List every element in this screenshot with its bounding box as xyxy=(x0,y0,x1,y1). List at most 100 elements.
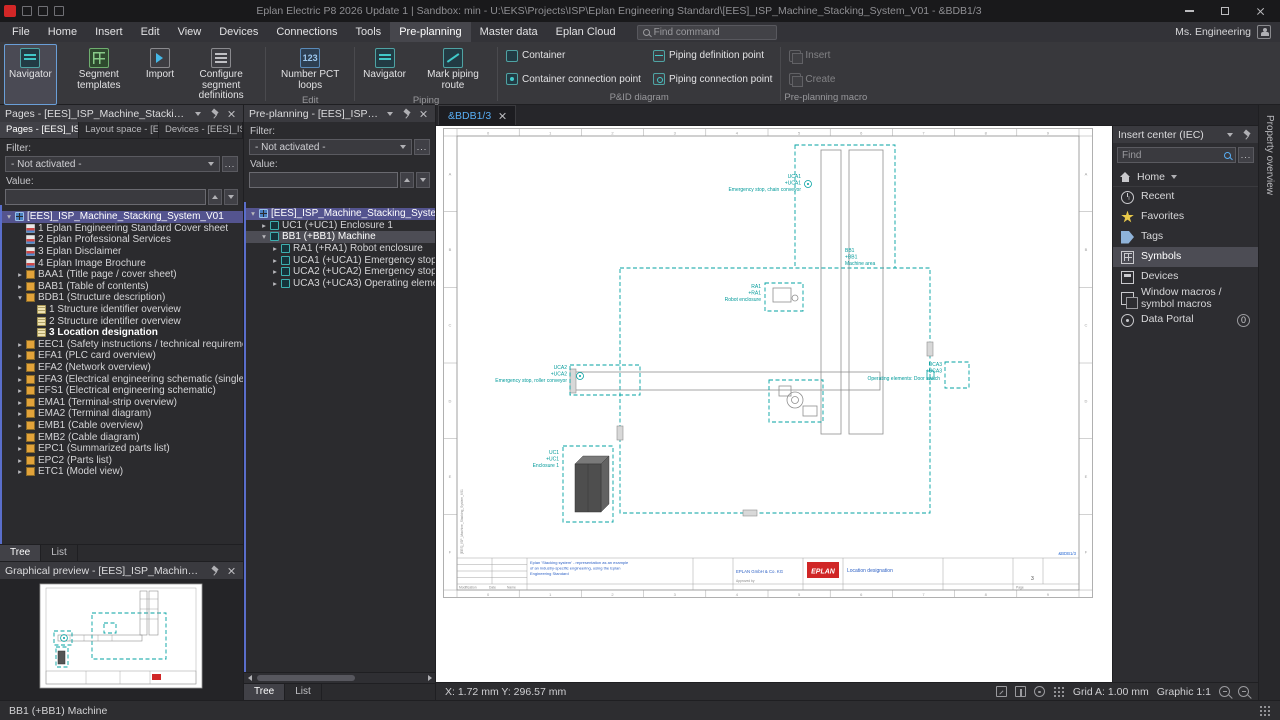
insert-center-breadcrumb[interactable]: Home xyxy=(1113,167,1258,187)
page-item[interactable]: ▸EMB1 (Cable overview) xyxy=(2,420,243,432)
chevron-right-icon[interactable]: ▸ xyxy=(259,221,269,230)
chevron-right-icon[interactable]: ▸ xyxy=(15,340,25,349)
insert-center-item-symbols[interactable]: Symbols xyxy=(1113,247,1258,267)
page-item[interactable]: ▸EEC1 (Safety instructions / technical r… xyxy=(2,339,243,351)
page-item[interactable]: ▸EFA1 (PLC card overview) xyxy=(2,350,243,362)
chevron-down-icon[interactable]: ▾ xyxy=(4,212,14,221)
page-item[interactable]: ▸EFS1 (Electrical engineering schematic) xyxy=(2,385,243,397)
minimize-button[interactable] xyxy=(1174,0,1204,22)
preplanning-item[interactable]: ▸RA1 (+RA1) Robot enclosure xyxy=(246,243,435,255)
close-button[interactable] xyxy=(1246,0,1276,22)
maximize-button[interactable] xyxy=(1210,0,1240,22)
grid-display-icon[interactable] xyxy=(1053,686,1065,698)
chevron-right-icon[interactable]: ▸ xyxy=(15,386,25,395)
tab-pages[interactable]: Pages - [EES]_ISP_... xyxy=(0,122,79,138)
insert-center-search[interactable] xyxy=(1117,147,1236,163)
pin-icon[interactable] xyxy=(209,565,221,577)
snap-icon[interactable] xyxy=(996,686,1007,697)
page-item[interactable]: 1 Eplan Engineering Standard Cover sheet xyxy=(2,223,243,235)
chevron-right-icon[interactable]: ▸ xyxy=(15,270,25,279)
page-item[interactable]: ▸EMB2 (Cable diagram) xyxy=(2,431,243,443)
preplanning-item[interactable]: ▸UCA1 (+UCA1) Emergency stop, chain conv… xyxy=(246,254,435,266)
chevron-right-icon[interactable]: ▸ xyxy=(15,444,25,453)
panel-menu-icon[interactable] xyxy=(384,108,396,120)
zoom-in-icon[interactable] xyxy=(1219,686,1230,697)
menu-tab-master-data[interactable]: Master data xyxy=(471,22,547,42)
chevron-right-icon[interactable]: ▸ xyxy=(270,256,280,265)
tab-devices[interactable]: Devices - [EES]_ISP_... xyxy=(159,122,243,138)
tab-tree[interactable]: Tree xyxy=(244,684,285,700)
container-connection-point-button[interactable]: Container connection point xyxy=(501,69,646,89)
page-item[interactable]: ▸EMA1 (Terminal-strip overview) xyxy=(2,397,243,409)
chevron-right-icon[interactable]: ▸ xyxy=(15,456,25,465)
close-tab-icon[interactable] xyxy=(498,112,506,120)
menu-tab-connections[interactable]: Connections xyxy=(267,22,346,42)
page-item[interactable]: 1 Structure identifier overview xyxy=(2,304,243,316)
chevron-right-icon[interactable]: ▸ xyxy=(15,433,25,442)
page-item[interactable]: ▸BAA1 (Title page / cover sheet) xyxy=(2,269,243,281)
tab-list[interactable]: List xyxy=(285,684,322,700)
chevron-right-icon[interactable]: ▸ xyxy=(15,375,25,384)
navigator-button[interactable]: Navigator xyxy=(4,44,57,105)
pages-value-input[interactable] xyxy=(5,189,206,205)
command-search-input[interactable] xyxy=(654,27,771,38)
pages-tree[interactable]: ▾[EES]_ISP_Machine_Stacking_System_V011 … xyxy=(0,205,243,544)
user-area[interactable]: Ms. Engineering xyxy=(1175,25,1277,39)
menu-tab-eplan-cloud[interactable]: Eplan Cloud xyxy=(547,22,625,42)
chevron-right-icon[interactable]: ▸ xyxy=(270,267,280,276)
pin-icon[interactable] xyxy=(209,108,221,120)
container-button[interactable]: Container xyxy=(501,46,646,66)
page-item[interactable]: ▸EPC2 (Parts list) xyxy=(2,454,243,466)
page-item[interactable]: 2 Eplan Professional Services xyxy=(2,234,243,246)
eplan-app-icon[interactable] xyxy=(4,5,16,17)
search-icon[interactable] xyxy=(1224,152,1231,159)
chevron-down-icon[interactable]: ▾ xyxy=(259,232,269,241)
pin-icon[interactable] xyxy=(1241,129,1253,141)
menu-tab-view[interactable]: View xyxy=(169,22,211,42)
tab-list[interactable]: List xyxy=(41,545,78,561)
close-icon[interactable] xyxy=(418,108,430,120)
import-button[interactable]: Import xyxy=(141,44,179,105)
value-up-button[interactable] xyxy=(208,189,222,205)
document-tab[interactable]: &BDB1/3 xyxy=(438,105,516,125)
page-item[interactable]: ▸BAB1 (Table of contents) xyxy=(2,281,243,293)
page-item[interactable]: 3 Location designation xyxy=(2,327,243,339)
navigator-button[interactable]: Navigator xyxy=(358,44,411,94)
tab-tree[interactable]: Tree xyxy=(0,545,41,561)
chevron-right-icon[interactable]: ▸ xyxy=(15,282,25,291)
value-up-button[interactable] xyxy=(400,172,414,188)
close-icon[interactable] xyxy=(226,108,238,120)
chevron-down-icon[interactable]: ▾ xyxy=(15,293,25,302)
chevron-right-icon[interactable]: ▸ xyxy=(270,279,280,288)
command-search[interactable] xyxy=(637,25,777,40)
insert-center-item-tags[interactable]: Tags xyxy=(1113,227,1258,247)
page-item[interactable]: 4 Eplan Image Brochure xyxy=(2,257,243,269)
piping-connection-point-button[interactable]: Piping connection point xyxy=(648,69,777,89)
preplanning-filter-more-button[interactable]: ... xyxy=(414,139,430,155)
preplanning-item[interactable]: ▸UCA2 (+UCA2) Emergency stop, roller con… xyxy=(246,266,435,278)
page-item[interactable]: ▸ETC1 (Model view) xyxy=(2,466,243,478)
pages-filter-select[interactable]: - Not activated - xyxy=(5,156,220,172)
number-pct-loops-button[interactable]: 123Number PCT loops xyxy=(269,44,351,94)
chevron-right-icon[interactable]: ▸ xyxy=(15,421,25,430)
zoom-window-icon[interactable] xyxy=(1238,686,1249,697)
panel-menu-icon[interactable] xyxy=(192,108,204,120)
graphic-scale[interactable]: Graphic 1:1 xyxy=(1157,686,1211,698)
preplanning-item[interactable]: ▾BB1 (+BB1) Machine xyxy=(246,231,435,243)
page-item[interactable]: ▾[EES]_ISP_Machine_Stacking_System_V01 xyxy=(2,211,243,223)
mark-piping-route-button[interactable]: Mark piping route xyxy=(412,44,494,94)
segment-templates-button[interactable]: Segment templates xyxy=(58,44,140,105)
insert-button[interactable]: Insert xyxy=(784,46,867,66)
insert-center-item-window-macros-symbol-macros[interactable]: Window macros / symbol macros xyxy=(1113,287,1258,310)
property-overview-strip[interactable]: Property overview xyxy=(1258,105,1280,700)
close-icon[interactable] xyxy=(226,565,238,577)
piping-definition-point-button[interactable]: Piping definition point xyxy=(648,46,777,66)
menu-tab-home[interactable]: Home xyxy=(39,22,86,42)
layout-grid-icon[interactable] xyxy=(1259,705,1271,717)
page-item[interactable]: 3 Eplan Disclaimer xyxy=(2,246,243,258)
pin-icon[interactable] xyxy=(401,108,413,120)
pages-filter-more-button[interactable]: ... xyxy=(222,156,238,172)
scrollbar-thumb[interactable] xyxy=(257,675,355,681)
chevron-right-icon[interactable]: ▸ xyxy=(15,398,25,407)
insert-center-item-data-portal[interactable]: Data Portal0 xyxy=(1113,310,1258,330)
